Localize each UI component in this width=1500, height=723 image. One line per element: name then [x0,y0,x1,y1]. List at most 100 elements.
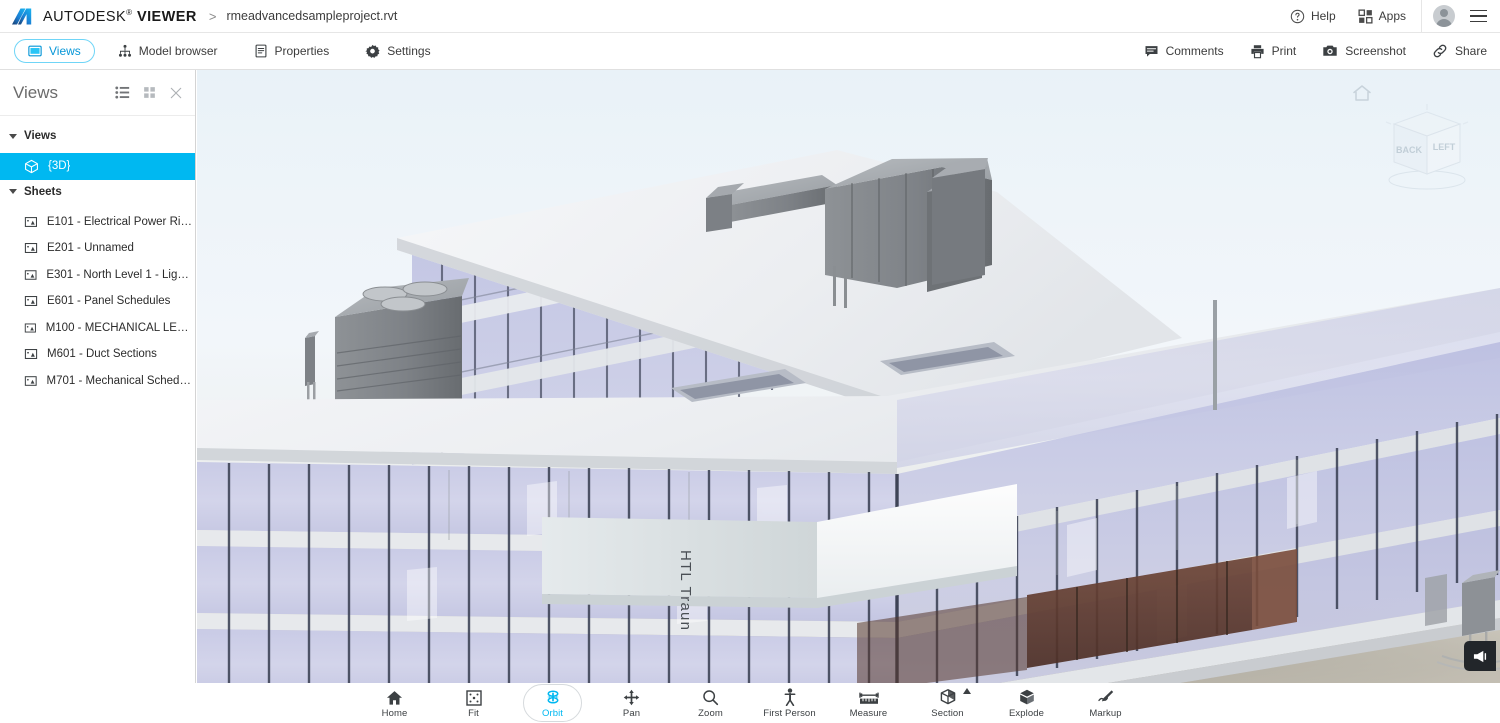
tool-first-person-label: First Person [763,708,815,719]
sidebar-item-sheet-m701[interactable]: M701 - Mechanical Schedules [0,368,195,395]
home-outline-icon[interactable] [1352,84,1372,102]
tool-orbit[interactable]: Orbit [513,683,592,723]
hamburger-menu-icon[interactable] [1464,0,1492,33]
ruler-icon [859,687,879,706]
announcements-button[interactable] [1464,641,1496,671]
brand-suffix: VIEWER [137,8,197,24]
tool-measure[interactable]: Measure [829,683,908,723]
panel-title: Views [13,83,58,103]
sidebar-item-sheet-e601[interactable]: E601 - Panel Schedules [0,288,195,315]
vertical-pole [1213,300,1217,410]
chevron-down-icon [9,134,17,139]
dropdown-triangle-icon[interactable] [963,688,971,694]
sheet-icon [24,347,38,361]
brand-prefix: AUTODESK [43,8,126,24]
model-viewport[interactable]: HTL Traun BACK LEFT [197,70,1500,683]
tool-first-person[interactable]: First Person [750,683,829,723]
view-cube[interactable]: BACK LEFT [1372,100,1482,192]
comments-label: Comments [1166,44,1224,58]
close-icon[interactable] [169,86,183,100]
views-tree: Views {3D} Sheets E101 - [0,116,195,683]
sidebar-item-sheet-m601[interactable]: M601 - Duct Sections [0,341,195,368]
help-button[interactable]: Help [1279,0,1347,33]
comment-icon [1144,44,1159,59]
header-actions: Help Apps [1279,0,1500,33]
brand-registered-mark: ® [126,8,132,17]
sidebar-item-3d-view[interactable]: {3D} [0,153,195,180]
apps-label: Apps [1379,9,1406,23]
model-tree-icon [118,44,132,58]
tab-views-label: Views [49,44,81,58]
sidebar-item-sheet-m100[interactable]: M100 - MECHANICAL LEGEND [0,315,195,342]
share-label: Share [1455,44,1487,58]
help-circle-icon [1290,9,1305,24]
tab-settings[interactable]: Settings [352,39,443,63]
tree-group-views-label: Views [24,130,56,142]
sheet-icon [24,241,38,255]
panel-header-icons [115,85,183,100]
building-sign-text: HTL Traun [677,550,694,631]
tab-views[interactable]: Views [14,39,95,63]
tool-pan[interactable]: Pan [592,683,671,723]
autodesk-logo [9,6,34,27]
sidebar-item-3d-label: {3D} [48,160,70,172]
magnifier-icon [702,687,719,706]
tool-zoom-label: Zoom [698,708,723,719]
explode-cube-icon [1018,687,1036,706]
tab-settings-label: Settings [387,44,430,58]
tool-pan-label: Pan [623,708,640,719]
screenshot-button[interactable]: Screenshot [1309,33,1419,70]
megaphone-icon [1472,649,1489,664]
apps-grid-icon [1358,9,1373,24]
help-label: Help [1311,9,1336,23]
brand-title: AUTODESK® VIEWER [43,8,197,25]
tree-group-sheets-label: Sheets [24,186,62,198]
gear-icon [365,44,380,59]
sheet-icon [24,294,38,308]
print-label: Print [1272,44,1297,58]
tool-explode[interactable]: Explode [987,683,1066,723]
sheet-icon [24,215,38,229]
screenshot-label: Screenshot [1345,44,1406,58]
apps-button[interactable]: Apps [1347,0,1417,33]
home-icon [386,687,403,706]
tool-orbit-label: Orbit [542,708,563,719]
tool-markup[interactable]: Markup [1066,683,1145,723]
tab-model-browser[interactable]: Model browser [105,39,231,63]
printer-icon [1250,44,1265,59]
sidebar-item-sheet-e201[interactable]: E201 - Unnamed [0,235,195,262]
link-icon [1432,43,1448,59]
tool-fit[interactable]: Fit [434,683,513,723]
section-box-icon [939,687,957,706]
sheet-icon [24,374,38,388]
navigation-toolbar: Home Fit [0,683,1500,723]
fit-to-view-icon [466,687,482,706]
comments-button[interactable]: Comments [1131,33,1237,70]
list-view-icon[interactable] [115,85,130,100]
breadcrumb-separator: > [209,9,217,24]
tree-group-views[interactable]: Views [0,126,195,146]
tool-home[interactable]: Home [355,683,434,723]
panel-header: Views [0,70,195,116]
tool-explode-label: Explode [1009,708,1044,719]
tool-tab-bar: Views Model browser Properties [0,33,1500,70]
tool-zoom[interactable]: Zoom [671,683,750,723]
avatar[interactable] [1433,5,1455,27]
sidebar-item-sheet-e301[interactable]: E301 - North Level 1 - Lighting [0,262,195,289]
sheet-label: M601 - Duct Sections [47,348,157,360]
share-button[interactable]: Share [1419,33,1500,70]
camera-icon [1322,43,1338,59]
tool-fit-label: Fit [468,708,479,719]
tree-group-sheets[interactable]: Sheets [0,182,195,202]
sidebar-item-sheet-e101[interactable]: E101 - Electrical Power Riser [0,209,195,236]
sheet-icon [24,268,37,282]
viewcube-face-back: BACK [1396,145,1422,155]
tab-properties[interactable]: Properties [241,39,343,63]
views-sidebar-panel: Views [0,70,196,683]
grid-view-icon[interactable] [143,86,156,99]
building-model-render [197,70,1500,683]
tool-section[interactable]: Section [908,683,987,723]
orbit-icon [544,687,562,706]
print-button[interactable]: Print [1237,33,1310,70]
brand-area[interactable]: AUTODESK® VIEWER > rmeadvancedsampleproj… [0,6,397,27]
